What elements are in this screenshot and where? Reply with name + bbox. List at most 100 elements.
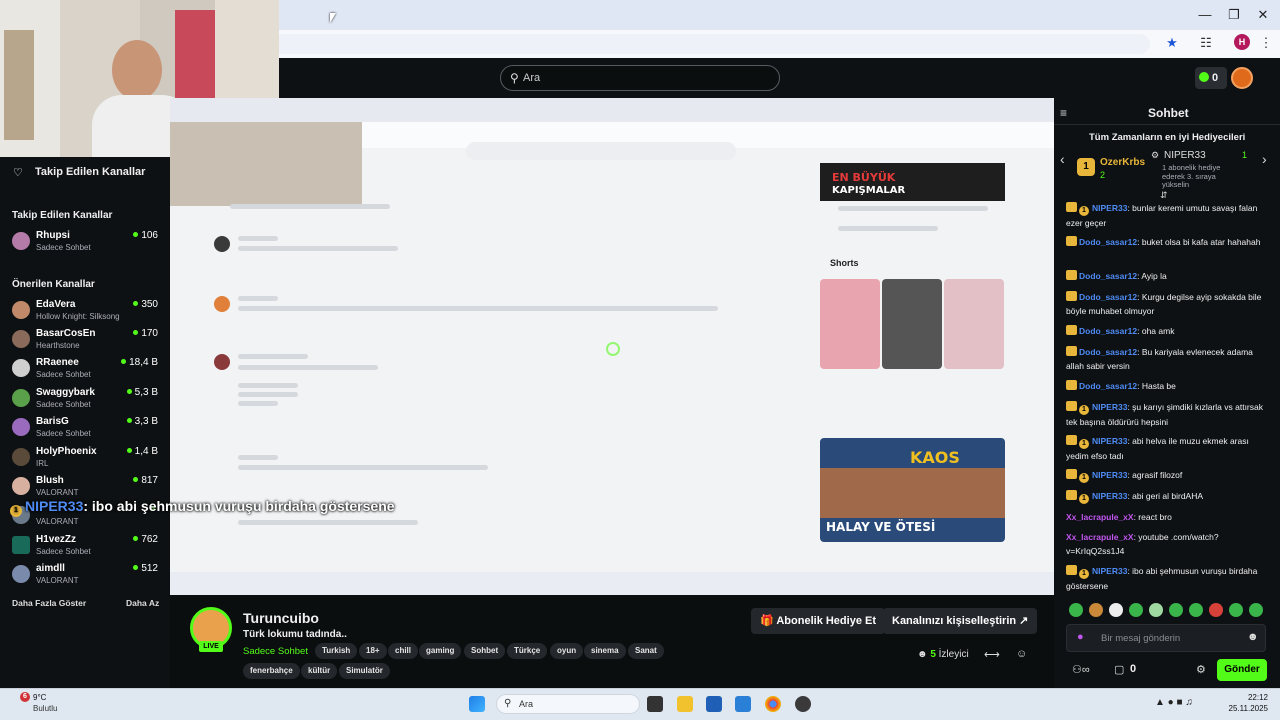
sidebar-channel[interactable]: EdaVera Hollow Knight: Silksong 350 (10, 298, 168, 326)
channel-category: VALORANT (36, 517, 79, 526)
chat-username[interactable]: Dodo_sasar12 (1079, 381, 1137, 391)
emote-icon[interactable] (1229, 603, 1243, 617)
chat-username[interactable]: Dodo_sasar12 (1079, 326, 1137, 336)
chat-input[interactable]: ● Bir mesaj gönderin ☻ (1066, 624, 1266, 652)
gifter-2-name[interactable]: NIPER33 (1164, 150, 1206, 161)
chat-username[interactable]: NIPER33 (1092, 436, 1127, 446)
tag[interactable]: oyun (550, 643, 584, 659)
sidebar-channel[interactable]: BarisG Sadece Sohbet 3,3 B (10, 415, 168, 443)
chat-username[interactable]: Xx_lacrapule_xX (1066, 512, 1134, 522)
share-icon[interactable]: ⟷ (984, 648, 1000, 661)
microphone-icon[interactable]: ● (1077, 631, 1084, 643)
emote-icon[interactable] (1189, 603, 1203, 617)
weather-badge: 6 (20, 692, 30, 702)
channel-category: VALORANT (36, 488, 79, 497)
minimize-icon[interactable]: — (1196, 6, 1214, 24)
follow-user-icon[interactable]: ☺ (1016, 648, 1027, 660)
maximize-icon[interactable]: ❐ (1225, 6, 1243, 24)
people-infinity-icon[interactable]: ⚇∞ (1072, 663, 1090, 676)
chat-text: : oha amk (1137, 326, 1175, 336)
emote-icon[interactable] (1109, 603, 1123, 617)
gift-subscription-button[interactable]: 🎁 Abonelik Hediye Et (751, 608, 885, 634)
tray-icons[interactable]: ▲ ● ■ ♫ (1155, 697, 1193, 708)
bookmark-star-icon[interactable]: ★ (1163, 34, 1181, 52)
sidebar-channel-rhupsi[interactable]: Rhupsi Sadece Sohbet 106 (10, 229, 168, 257)
chat-username[interactable]: NIPER33 (1092, 402, 1127, 412)
emote-icon[interactable] (1089, 603, 1103, 617)
menu-dots-icon[interactable]: ⋮ (1257, 34, 1275, 52)
emote-icon[interactable] (1069, 603, 1083, 617)
chevron-right-icon[interactable]: › (1262, 151, 1267, 167)
emote-icon[interactable] (1209, 603, 1223, 617)
gift-box-icon[interactable]: ▢ (1114, 663, 1124, 676)
yt-video-thumbnail: KAOS HALAY VE ÖTESİ (820, 438, 1005, 542)
sidebar-channel[interactable]: HolyPhoenix IRL 1,4 B (10, 445, 168, 473)
sidebar-channel[interactable]: aimdll VALORANT 512 (10, 562, 168, 590)
search-input[interactable]: ⚲ Ara (500, 65, 780, 91)
store-icon[interactable] (706, 696, 722, 712)
close-icon[interactable]: ✕ (1254, 6, 1272, 24)
tag[interactable]: Simulatör (339, 663, 390, 679)
streamer-name[interactable]: Turuncuibo (243, 610, 319, 626)
tag[interactable]: fenerbahçe (243, 663, 300, 679)
windows-start-icon[interactable] (469, 696, 485, 712)
settings-icon[interactable]: ⚙ (1196, 663, 1206, 676)
chat-username[interactable]: Dodo_sasar12 (1079, 237, 1137, 247)
chat-username[interactable]: NIPER33 (1092, 491, 1127, 501)
emote-icon[interactable] (1169, 603, 1183, 617)
tag[interactable]: gaming (419, 643, 462, 659)
video-player[interactable]: EN BÜYÜK KAPIŞMALAR Shorts KAOS HALAY VE… (170, 98, 1054, 595)
viewers-icon: ☻ (917, 649, 931, 660)
profile-avatar[interactable]: H (1234, 34, 1250, 50)
clock-time[interactable]: 22:12 (1228, 693, 1268, 702)
chevron-left-icon[interactable]: ‹ (1060, 151, 1065, 167)
customize-channel-button[interactable]: Kanalınızı kişiselleştirin ↗ (883, 608, 1038, 634)
stream-category[interactable]: Sadece Sohbet (243, 646, 308, 657)
tag[interactable]: chill (388, 643, 419, 659)
emote-icon[interactable] (1129, 603, 1143, 617)
tag[interactable]: Turkish (315, 643, 358, 659)
sidebar-channel[interactable]: Swaggybark Sadece Sohbet 5,3 B (10, 386, 168, 414)
show-less-link[interactable]: Daha Az (126, 598, 159, 608)
chrome-icon[interactable] (765, 696, 781, 712)
channel-category: Sadece Sohbet (36, 243, 91, 252)
tag[interactable]: Sohbet (464, 643, 506, 659)
clock-date[interactable]: 25.11.2025 (1218, 704, 1268, 713)
sidebar-channel[interactable]: BasarCosEn Hearthstone 170 (10, 327, 168, 355)
obs-icon[interactable] (795, 696, 811, 712)
file-explorer-icon[interactable] (677, 696, 693, 712)
show-more-link[interactable]: Daha Fazla Göster (12, 598, 86, 608)
temperature[interactable]: 9°C (33, 693, 46, 702)
outlook-icon[interactable] (735, 696, 751, 712)
taskbar-search[interactable]: ⚲ Ara (496, 694, 640, 714)
tag[interactable]: 18+ (359, 643, 387, 659)
emote-icon[interactable] (1249, 603, 1263, 617)
sidebar-channel[interactable]: H1vezZz Sadece Sohbet 762 (10, 533, 168, 561)
kicks-balance[interactable]: 0 (1195, 67, 1227, 89)
chat-username[interactable]: NIPER33 (1092, 470, 1127, 480)
send-button[interactable]: Gönder (1217, 659, 1267, 681)
chat-username[interactable]: Dodo_sasar12 (1079, 292, 1137, 302)
emoji-icon[interactable]: ☻ (1247, 631, 1259, 643)
user-avatar[interactable] (1231, 67, 1253, 89)
gifter-1-name[interactable]: OzerKrbs (1100, 157, 1145, 168)
extensions-icon[interactable]: ☷ (1197, 34, 1215, 52)
sidebar-channel[interactable]: RRaenee Sadece Sohbet 18,4 B (10, 356, 168, 384)
tag[interactable]: Türkçe (507, 643, 548, 659)
chat-username[interactable]: Xx_lacrapule_xX (1066, 532, 1134, 542)
tag[interactable]: Sanat (628, 643, 664, 659)
chat-message: Xx_lacrapule_xX: react bro (1066, 510, 1271, 524)
channel-name: aimdll (36, 563, 65, 574)
emote-icon[interactable] (1149, 603, 1163, 617)
chat-username[interactable]: NIPER33 (1092, 566, 1127, 576)
tag[interactable]: kültür (301, 663, 338, 679)
task-view-icon[interactable] (647, 696, 663, 712)
chat-username[interactable]: Dodo_sasar12 (1079, 271, 1137, 281)
crown-badge-icon (1066, 435, 1077, 445)
avatar (12, 448, 30, 466)
chat-username[interactable]: Dodo_sasar12 (1079, 347, 1137, 357)
tag[interactable]: sinema (584, 643, 626, 659)
chat-username[interactable]: NIPER33 (1092, 203, 1127, 213)
omnibox[interactable] (270, 34, 1150, 54)
collapse-chat-icon[interactable]: ≡ (1060, 106, 1067, 120)
